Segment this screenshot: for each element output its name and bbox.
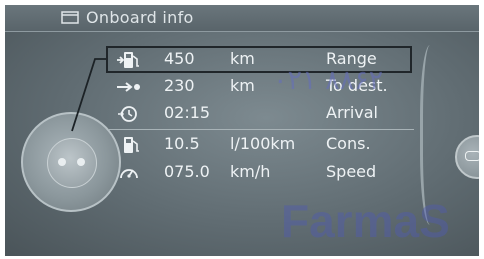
speedometer-icon	[120, 169, 138, 179]
header-bar: Onboard info	[5, 5, 479, 32]
destination-arrow-icon	[117, 82, 140, 92]
list-divider	[108, 129, 414, 130]
scroll-arc	[420, 45, 445, 225]
controller-knob-center[interactable]	[47, 138, 97, 188]
speed-label: Speed	[326, 162, 377, 181]
list-item-arrival[interactable]: 02:15 Arrival	[108, 101, 414, 127]
document-icon	[61, 11, 79, 24]
arrival-label: Arrival	[326, 103, 378, 122]
to-dest-label: To dest.	[326, 76, 388, 95]
toggle-icon	[465, 151, 479, 161]
right-control-button[interactable]	[455, 135, 479, 179]
arrival-clock-icon	[118, 106, 137, 122]
speed-unit: km/h	[230, 162, 271, 181]
knob-left-dot	[58, 158, 66, 166]
controller-knob[interactable]	[21, 112, 121, 212]
knob-right-dot	[77, 158, 85, 166]
list-item-speed[interactable]: 075.0 km/h Speed	[108, 160, 414, 186]
consumption-label: Cons.	[326, 134, 371, 153]
to-dest-unit: km	[230, 76, 255, 95]
selection-highlight	[106, 46, 412, 73]
speed-value: 075.0	[164, 162, 210, 181]
arrival-value: 02:15	[164, 103, 211, 122]
consumption-value: 10.5	[164, 134, 200, 153]
onboard-info-screen: Onboard info 450 km Range 230 km To dest…	[5, 5, 479, 256]
list-item-consumption[interactable]: 10.5 l/100km Cons.	[108, 132, 414, 158]
page-title: Onboard info	[86, 8, 194, 27]
consumption-unit: l/100km	[230, 134, 296, 153]
list-item-to-dest[interactable]: 230 km To dest.	[108, 74, 414, 100]
to-dest-value: 230	[164, 76, 195, 95]
fuel-pump-icon	[124, 137, 139, 153]
